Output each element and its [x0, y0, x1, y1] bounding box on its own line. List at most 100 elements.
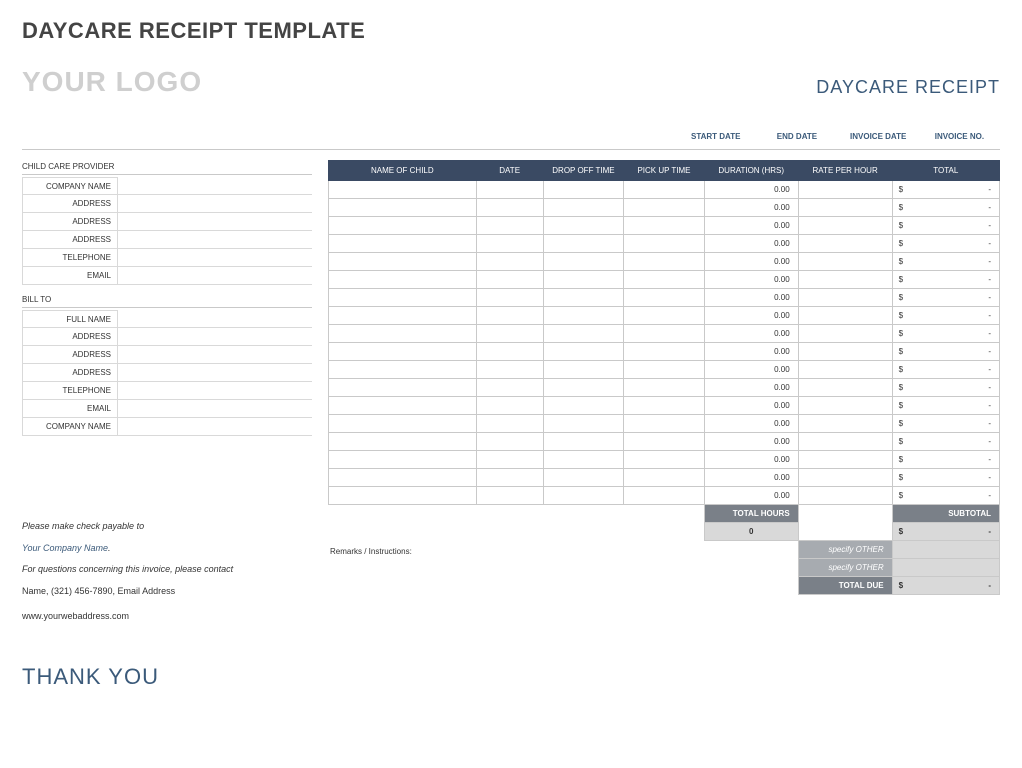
- table-cell[interactable]: [624, 217, 705, 235]
- table-cell[interactable]: [329, 271, 477, 289]
- field-input[interactable]: [118, 195, 312, 213]
- table-cell[interactable]: 0.00: [704, 415, 798, 433]
- table-cell[interactable]: $-: [892, 325, 999, 343]
- field-input[interactable]: [118, 231, 312, 249]
- table-cell[interactable]: $-: [892, 235, 999, 253]
- table-cell[interactable]: 0.00: [704, 307, 798, 325]
- table-cell[interactable]: [798, 361, 892, 379]
- table-cell[interactable]: [329, 361, 477, 379]
- total-hours-value[interactable]: 0: [704, 523, 798, 541]
- table-cell[interactable]: [543, 451, 624, 469]
- table-cell[interactable]: [798, 253, 892, 271]
- field-input[interactable]: [118, 346, 312, 364]
- table-cell[interactable]: [624, 199, 705, 217]
- table-cell[interactable]: [624, 271, 705, 289]
- table-cell[interactable]: [476, 451, 543, 469]
- table-cell[interactable]: [798, 271, 892, 289]
- table-cell[interactable]: [329, 181, 477, 199]
- table-cell[interactable]: [798, 397, 892, 415]
- table-cell[interactable]: [329, 235, 477, 253]
- table-cell[interactable]: [798, 433, 892, 451]
- table-cell[interactable]: [543, 289, 624, 307]
- table-cell[interactable]: [624, 325, 705, 343]
- table-cell[interactable]: [329, 469, 477, 487]
- table-cell[interactable]: [543, 433, 624, 451]
- total-due-value[interactable]: $-: [892, 577, 999, 595]
- table-cell[interactable]: [329, 379, 477, 397]
- table-cell[interactable]: 0.00: [704, 451, 798, 469]
- table-cell[interactable]: $-: [892, 397, 999, 415]
- table-cell[interactable]: $-: [892, 415, 999, 433]
- table-cell[interactable]: [624, 433, 705, 451]
- table-cell[interactable]: [543, 325, 624, 343]
- table-cell[interactable]: [329, 199, 477, 217]
- table-cell[interactable]: [798, 325, 892, 343]
- table-cell[interactable]: [476, 199, 543, 217]
- table-cell[interactable]: 0.00: [704, 253, 798, 271]
- table-cell[interactable]: [798, 217, 892, 235]
- table-cell[interactable]: 0.00: [704, 217, 798, 235]
- table-cell[interactable]: [329, 307, 477, 325]
- table-cell[interactable]: $-: [892, 217, 999, 235]
- table-cell[interactable]: [543, 271, 624, 289]
- table-cell[interactable]: [329, 415, 477, 433]
- table-cell[interactable]: [798, 379, 892, 397]
- table-cell[interactable]: [476, 469, 543, 487]
- field-input[interactable]: [118, 177, 312, 195]
- subtotal-value[interactable]: $-: [892, 523, 999, 541]
- field-input[interactable]: [118, 213, 312, 231]
- field-input[interactable]: [118, 328, 312, 346]
- table-cell[interactable]: [543, 379, 624, 397]
- table-cell[interactable]: [624, 469, 705, 487]
- table-cell[interactable]: [543, 343, 624, 361]
- table-cell[interactable]: 0.00: [704, 433, 798, 451]
- table-cell[interactable]: [624, 397, 705, 415]
- table-cell[interactable]: $-: [892, 343, 999, 361]
- table-cell[interactable]: $-: [892, 253, 999, 271]
- field-input[interactable]: [118, 310, 312, 328]
- table-cell[interactable]: $-: [892, 487, 999, 505]
- table-cell[interactable]: [543, 415, 624, 433]
- table-cell[interactable]: [624, 487, 705, 505]
- table-cell[interactable]: [476, 253, 543, 271]
- table-cell[interactable]: [624, 379, 705, 397]
- table-cell[interactable]: [329, 397, 477, 415]
- table-cell[interactable]: [798, 415, 892, 433]
- table-cell[interactable]: $-: [892, 307, 999, 325]
- table-cell[interactable]: 0.00: [704, 235, 798, 253]
- table-cell[interactable]: [329, 433, 477, 451]
- table-cell[interactable]: [543, 181, 624, 199]
- table-cell[interactable]: [543, 361, 624, 379]
- table-cell[interactable]: [798, 289, 892, 307]
- table-cell[interactable]: [624, 181, 705, 199]
- table-cell[interactable]: [543, 253, 624, 271]
- table-cell[interactable]: [476, 415, 543, 433]
- table-cell[interactable]: [476, 379, 543, 397]
- table-cell[interactable]: [624, 415, 705, 433]
- table-cell[interactable]: $-: [892, 271, 999, 289]
- field-input[interactable]: [118, 418, 312, 436]
- table-cell[interactable]: $-: [892, 181, 999, 199]
- table-cell[interactable]: [476, 217, 543, 235]
- table-cell[interactable]: 0.00: [704, 325, 798, 343]
- table-cell[interactable]: $-: [892, 469, 999, 487]
- table-cell[interactable]: [476, 487, 543, 505]
- table-cell[interactable]: 0.00: [704, 199, 798, 217]
- table-cell[interactable]: 0.00: [704, 361, 798, 379]
- table-cell[interactable]: [329, 487, 477, 505]
- table-cell[interactable]: $-: [892, 451, 999, 469]
- table-cell[interactable]: [476, 361, 543, 379]
- table-cell[interactable]: [543, 307, 624, 325]
- table-cell[interactable]: 0.00: [704, 397, 798, 415]
- table-cell[interactable]: [798, 469, 892, 487]
- field-input[interactable]: [118, 249, 312, 267]
- table-cell[interactable]: [624, 289, 705, 307]
- table-cell[interactable]: [624, 307, 705, 325]
- table-cell[interactable]: $-: [892, 433, 999, 451]
- field-input[interactable]: [118, 400, 312, 418]
- table-cell[interactable]: 0.00: [704, 271, 798, 289]
- table-cell[interactable]: [329, 343, 477, 361]
- table-cell[interactable]: $-: [892, 199, 999, 217]
- table-cell[interactable]: [543, 487, 624, 505]
- other2-value[interactable]: [892, 559, 999, 577]
